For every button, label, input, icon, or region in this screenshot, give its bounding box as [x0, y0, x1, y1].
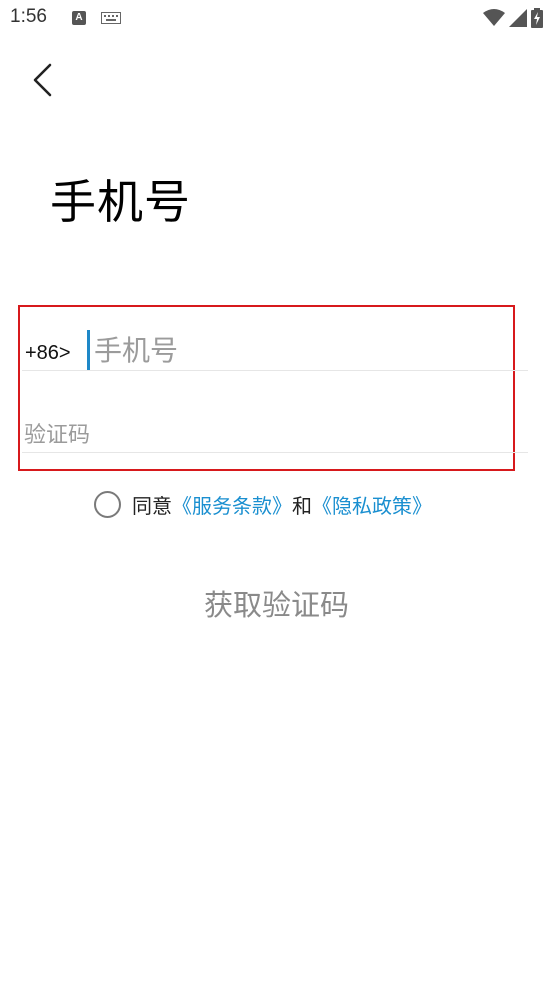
agree-conjunction-text: 和 — [292, 493, 312, 518]
agree-prefix-text: 同意 — [132, 493, 172, 518]
status-time: 1:56 — [10, 6, 47, 27]
battery-charging-icon — [531, 8, 543, 28]
keyboard-icon — [101, 12, 121, 24]
status-bar: 1:56 A — [0, 0, 553, 36]
get-code-button[interactable]: 获取验证码 — [150, 580, 403, 626]
chevron-left-icon — [33, 63, 52, 97]
login-screen: 1:56 A 手机号 +86> 手机号 验证码 同意 《服务条款》 和 《隐私政… — [0, 0, 553, 984]
back-button[interactable] — [26, 60, 62, 100]
a-notification-icon: A — [72, 11, 86, 25]
agreement-row: 同意 《服务条款》 和 《隐私政策》 — [94, 488, 432, 520]
wifi-icon — [483, 9, 505, 26]
phone-row: +86> — [22, 330, 528, 371]
signal-icon — [509, 9, 527, 27]
terms-of-service-link[interactable]: 《服务条款》 — [172, 490, 292, 519]
phone-input[interactable] — [87, 330, 517, 370]
status-icons — [483, 8, 543, 28]
page-title: 手机号 — [50, 175, 191, 229]
agree-radio-button[interactable] — [94, 490, 121, 518]
verification-code-input[interactable] — [24, 418, 514, 452]
privacy-policy-link[interactable]: 《隐私政策》 — [312, 490, 432, 519]
country-code-selector[interactable]: +86> — [25, 342, 71, 365]
code-row — [22, 418, 528, 453]
